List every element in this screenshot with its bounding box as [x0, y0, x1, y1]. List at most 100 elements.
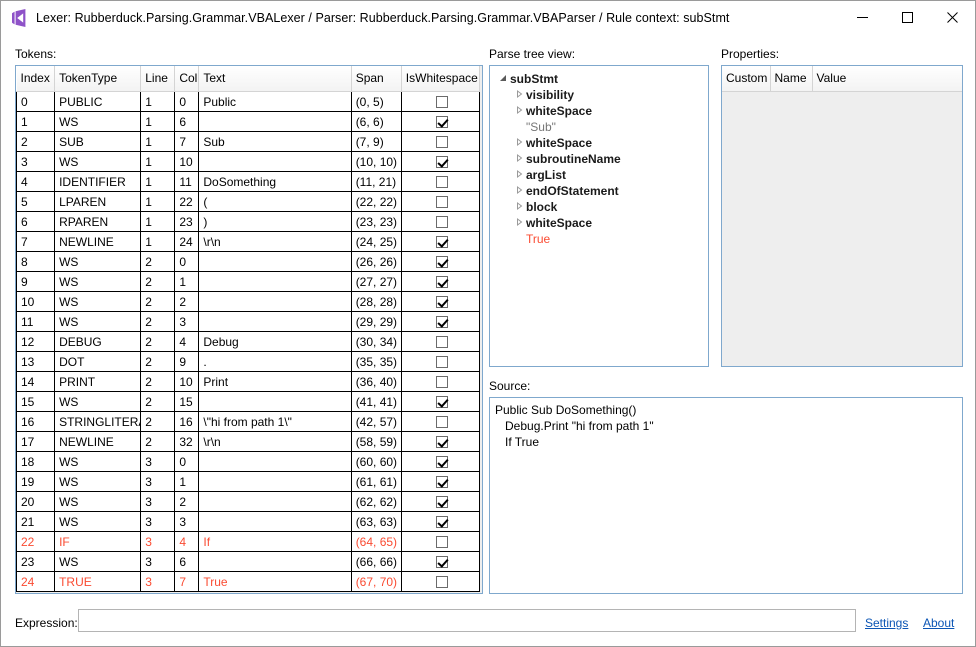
expander-collapsed-icon[interactable] [512, 103, 526, 119]
iswhitespace-checkbox[interactable] [436, 336, 449, 349]
iswhitespace-checkbox[interactable] [436, 216, 449, 229]
parse-tree-node[interactable]: "Sub" [490, 119, 708, 135]
table-row[interactable]: 9 WS 2 1 (27, 27) [16, 271, 481, 292]
iswhitespace-checkbox[interactable] [436, 296, 449, 309]
close-button[interactable] [930, 1, 975, 33]
table-row[interactable]: 17 NEWLINE 2 32 \r\n (58, 59) [16, 431, 481, 452]
tokens-grid-panel[interactable]: Index TokenType Line Col Text Span IsWhitespac… [15, 65, 483, 594]
iswhitespace-checkbox[interactable] [436, 376, 449, 389]
iswhitespace-checkbox[interactable] [436, 396, 449, 409]
token-cell-text: If [198, 531, 352, 552]
iswhitespace-checkbox[interactable] [436, 416, 449, 429]
table-row[interactable]: 23 WS 3 6 (66, 66) [16, 551, 481, 572]
table-row[interactable]: 6 RPAREN 1 23) (23, 23) [16, 211, 481, 232]
table-row[interactable]: 11 WS 2 3 (29, 29) [16, 311, 481, 332]
properties-panel[interactable]: Custom Name Value [721, 65, 963, 367]
table-row[interactable]: 19 WS 3 1 (61, 61) [16, 471, 481, 492]
parse-tree-node[interactable]: subroutineName [490, 151, 708, 167]
iswhitespace-checkbox[interactable] [436, 116, 449, 129]
iswhitespace-checkbox[interactable] [436, 316, 449, 329]
maximize-button[interactable] [885, 1, 930, 33]
table-row[interactable]: 13 DOT 2 9. (35, 35) [16, 351, 481, 372]
iswhitespace-checkbox[interactable] [436, 176, 449, 189]
expander-expanded-icon[interactable] [496, 71, 510, 87]
tokens-column-header[interactable]: Line [140, 66, 176, 92]
expander-collapsed-icon[interactable] [512, 167, 526, 183]
parse-tree-node[interactable]: whiteSpace [490, 135, 708, 151]
table-row[interactable]: 5 LPAREN 1 22((22, 22) [16, 191, 481, 212]
expander-collapsed-icon[interactable] [512, 135, 526, 151]
table-row[interactable]: 7 NEWLINE 1 24 \r\n (24, 25) [16, 231, 481, 252]
minimize-button[interactable] [840, 1, 885, 33]
token-cell-iswhitespace [401, 491, 481, 512]
expander-collapsed-icon[interactable] [512, 151, 526, 167]
expander-collapsed-icon[interactable] [512, 215, 526, 231]
tokens-column-header[interactable]: Text [198, 66, 352, 92]
tokens-column-header[interactable]: Col [174, 66, 200, 92]
tokens-column-header[interactable]: TokenType [54, 66, 142, 92]
token-cell-type: NEWLINE [54, 431, 142, 452]
table-row[interactable]: 15 WS 2 15 (41, 41) [16, 391, 481, 412]
parse-tree-node[interactable]: visibility [490, 87, 708, 103]
tokens-column-header[interactable]: Span [351, 66, 402, 92]
expander-collapsed-icon[interactable] [512, 199, 526, 215]
parse-tree-panel[interactable]: subStmt visibility whiteSpace "Sub" whiteSpa… [489, 65, 709, 367]
table-row[interactable]: 24 TRUE 3 7 True (67, 70) [16, 571, 481, 592]
properties-column-header[interactable]: Custom [722, 66, 771, 92]
expander-collapsed-icon[interactable] [512, 87, 526, 103]
parse-tree-node[interactable]: True [490, 231, 708, 247]
parse-tree-node[interactable]: argList [490, 167, 708, 183]
iswhitespace-checkbox[interactable] [436, 156, 449, 169]
iswhitespace-checkbox[interactable] [436, 196, 449, 209]
table-row[interactable]: 2 SUB 1 7 Sub (7, 9) [16, 131, 481, 152]
iswhitespace-checkbox[interactable] [436, 96, 449, 109]
table-row[interactable]: 10 WS 2 2 (28, 28) [16, 291, 481, 312]
iswhitespace-checkbox[interactable] [436, 476, 449, 489]
token-cell-iswhitespace [401, 231, 481, 252]
iswhitespace-checkbox[interactable] [436, 356, 449, 369]
iswhitespace-checkbox[interactable] [436, 436, 449, 449]
iswhitespace-checkbox[interactable] [436, 496, 449, 509]
iswhitespace-checkbox[interactable] [436, 456, 449, 469]
about-link[interactable]: About [923, 616, 954, 630]
tokens-column-header[interactable]: Index [16, 66, 56, 92]
tokens-column-header[interactable]: IsWhitespace [401, 66, 481, 92]
parse-tree-node-label: whiteSpace [526, 216, 593, 230]
token-cell-iswhitespace [401, 331, 481, 352]
table-row[interactable]: 8 WS 2 0 (26, 26) [16, 251, 481, 272]
table-row[interactable]: 20 WS 3 2 (62, 62) [16, 491, 481, 512]
table-row[interactable]: 4 IDENTIFIER 1 11 DoSomething (11, 21) [16, 171, 481, 192]
parse-tree-node[interactable]: block [490, 199, 708, 215]
parse-tree-node[interactable]: whiteSpace [490, 103, 708, 119]
token-cell-text [198, 151, 352, 172]
iswhitespace-checkbox[interactable] [436, 576, 449, 589]
parse-tree-node[interactable]: subStmt [490, 71, 708, 87]
iswhitespace-checkbox[interactable] [436, 536, 449, 549]
table-row[interactable]: 0 PUBLIC 1 0 Public (0, 5) [16, 91, 481, 112]
table-row[interactable]: 14 PRINT 2 10 Print (36, 40) [16, 371, 481, 392]
iswhitespace-checkbox[interactable] [436, 236, 449, 249]
settings-link[interactable]: Settings [865, 616, 908, 630]
token-cell-line: 3 [140, 571, 176, 592]
table-row[interactable]: 3 WS 1 10 (10, 10) [16, 151, 481, 172]
token-cell-iswhitespace [401, 391, 481, 412]
iswhitespace-checkbox[interactable] [436, 516, 449, 529]
table-row[interactable]: 18 WS 3 0 (60, 60) [16, 451, 481, 472]
parse-tree-node[interactable]: whiteSpace [490, 215, 708, 231]
table-row[interactable]: 21 WS 3 3 (63, 63) [16, 511, 481, 532]
iswhitespace-checkbox[interactable] [436, 136, 449, 149]
token-cell-text: . [198, 351, 352, 372]
iswhitespace-checkbox[interactable] [436, 556, 449, 569]
table-row[interactable]: 1 WS 1 6 (6, 6) [16, 111, 481, 132]
properties-column-header[interactable]: Name [770, 66, 813, 92]
table-row[interactable]: 12 DEBUG 2 4 Debug (30, 34) [16, 331, 481, 352]
expression-input[interactable] [78, 609, 856, 632]
source-panel[interactable]: Public Sub DoSomething() Debug.Print "hi… [489, 397, 963, 594]
table-row[interactable]: 22 IF 3 4 If (64, 65) [16, 531, 481, 552]
table-row[interactable]: 16STRINGLITERAL216\"hi from path 1\"(42,… [16, 411, 481, 432]
iswhitespace-checkbox[interactable] [436, 276, 449, 289]
properties-column-header[interactable]: Value [812, 66, 962, 92]
iswhitespace-checkbox[interactable] [436, 256, 449, 269]
expander-collapsed-icon[interactable] [512, 183, 526, 199]
parse-tree-node[interactable]: endOfStatement [490, 183, 708, 199]
